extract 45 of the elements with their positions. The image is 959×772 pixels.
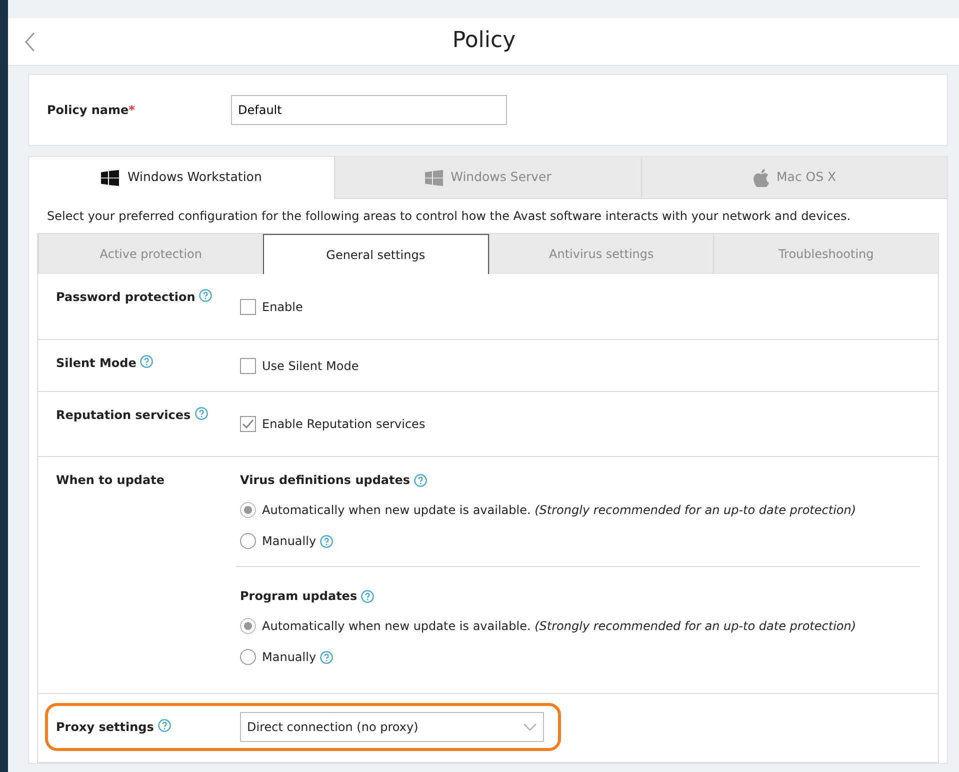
check-icon [242,419,254,429]
windows-logo-icon [424,170,443,186]
setting-label: Silent Mode [56,355,136,372]
setting-label: Password protection [56,289,196,306]
help-icon[interactable] [361,590,374,603]
chevron-down-icon [523,723,537,731]
help-icon[interactable] [320,535,334,548]
page-title: Policy [452,28,516,55]
radio-label: Automatically when new update is available. (Strongly recommended for an up-to date protection) [262,618,856,635]
checkbox[interactable] [240,358,256,374]
radio-button[interactable] [240,533,256,549]
radio-label: Automatically when new update is available. (Strongly recommended for an up-to date protection) [262,502,856,519]
radio-button[interactable] [240,502,256,518]
help-icon[interactable] [320,651,334,664]
help-icon[interactable] [194,407,208,420]
platform-tab[interactable]: Mac OS X [640,157,947,199]
description-text: Select your preferred configuration for the following areas to control how the Avast software interacts with your network and devices. [46,208,852,225]
checkbox[interactable] [240,298,256,314]
checkbox-label: Enable [262,298,303,316]
section-tab[interactable]: General settings [262,234,488,274]
checkbox-label: Enable Reputation services [262,416,426,433]
setting-label: Reputation services [56,407,191,424]
setting-label: When to update [56,472,164,489]
section-tab[interactable]: Troubleshooting [713,234,938,274]
checkbox[interactable] [240,416,256,432]
platform-tab[interactable]: Windows Server [334,157,641,199]
field-label: Policy name* [47,102,136,119]
help-icon[interactable] [414,474,428,487]
policy-name-field[interactable]: Default [231,95,507,125]
radio-label: Manually [262,649,316,666]
radio-button[interactable] [240,618,256,634]
help-icon[interactable] [199,289,212,302]
windows-logo-icon [101,170,120,186]
radio-label: Manually [262,533,316,550]
proxy-dropdown[interactable]: Direct connection (no proxy) [240,712,544,742]
radio-button[interactable] [240,649,256,665]
section-tab[interactable]: Antivirus settings [488,234,714,274]
setting-label: Proxy settings [56,719,154,736]
group-title: Program updates [240,588,358,605]
group-title: Virus definitions updates [240,472,410,489]
help-icon[interactable] [158,719,171,732]
checkbox-label: Use Silent Mode [262,358,359,374]
help-icon[interactable] [140,355,154,368]
back-icon [24,32,36,52]
apple-logo-icon [752,168,769,186]
